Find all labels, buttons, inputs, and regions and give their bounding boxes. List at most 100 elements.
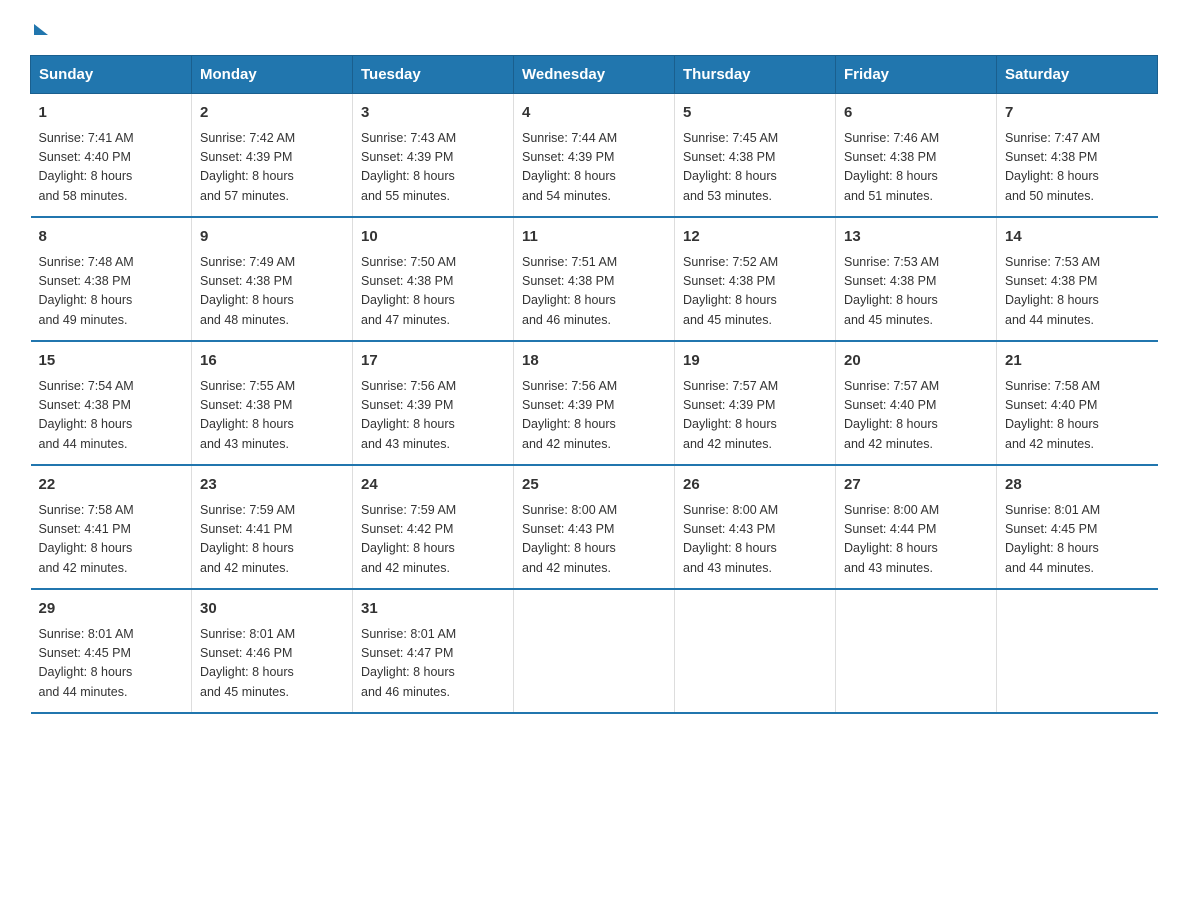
day-number: 29 bbox=[39, 598, 184, 621]
day-info: Sunrise: 7:56 AMSunset: 4:39 PMDaylight:… bbox=[522, 377, 666, 455]
calendar-header-row: SundayMondayTuesdayWednesdayThursdayFrid… bbox=[31, 56, 1158, 94]
calendar-cell: 10 Sunrise: 7:50 AMSunset: 4:38 PMDayligh… bbox=[353, 217, 514, 341]
logo bbox=[30, 20, 48, 35]
calendar-cell bbox=[997, 589, 1158, 713]
day-info: Sunrise: 8:00 AMSunset: 4:43 PMDaylight:… bbox=[683, 501, 827, 579]
day-info: Sunrise: 7:52 AMSunset: 4:38 PMDaylight:… bbox=[683, 253, 827, 331]
day-number: 4 bbox=[522, 102, 666, 125]
day-info: Sunrise: 7:49 AMSunset: 4:38 PMDaylight:… bbox=[200, 253, 344, 331]
day-info: Sunrise: 8:00 AMSunset: 4:44 PMDaylight:… bbox=[844, 501, 988, 579]
calendar-cell: 3 Sunrise: 7:43 AMSunset: 4:39 PMDaylight… bbox=[353, 94, 514, 218]
day-number: 18 bbox=[522, 350, 666, 373]
calendar-cell: 13Sunrise: 7:53 AMSunset: 4:38 PMDayligh… bbox=[836, 217, 997, 341]
day-number: 21 bbox=[1005, 350, 1150, 373]
calendar-week-row: 29 Sunrise: 8:01 AMSunset: 4:45 PMDayligh… bbox=[31, 589, 1158, 713]
day-number: 1 bbox=[39, 102, 184, 125]
day-info: Sunrise: 7:44 AMSunset: 4:39 PMDaylight:… bbox=[522, 129, 666, 207]
day-info: Sunrise: 8:01 AMSunset: 4:47 PMDaylight:… bbox=[361, 625, 505, 703]
col-header-saturday: Saturday bbox=[997, 56, 1158, 94]
calendar-cell: 9 Sunrise: 7:49 AMSunset: 4:38 PMDaylight… bbox=[192, 217, 353, 341]
day-number: 30 bbox=[200, 598, 344, 621]
day-number: 25 bbox=[522, 474, 666, 497]
calendar-week-row: 22 Sunrise: 7:58 AMSunset: 4:41 PMDayligh… bbox=[31, 465, 1158, 589]
col-header-monday: Monday bbox=[192, 56, 353, 94]
day-info: Sunrise: 7:46 AMSunset: 4:38 PMDaylight:… bbox=[844, 129, 988, 207]
day-number: 20 bbox=[844, 350, 988, 373]
col-header-tuesday: Tuesday bbox=[353, 56, 514, 94]
calendar-cell: 5 Sunrise: 7:45 AMSunset: 4:38 PMDaylight… bbox=[675, 94, 836, 218]
calendar-cell: 1 Sunrise: 7:41 AMSunset: 4:40 PMDaylight… bbox=[31, 94, 192, 218]
day-number: 14 bbox=[1005, 226, 1150, 249]
page-header bbox=[30, 20, 1158, 35]
calendar-cell: 4 Sunrise: 7:44 AMSunset: 4:39 PMDaylight… bbox=[514, 94, 675, 218]
day-number: 6 bbox=[844, 102, 988, 125]
day-number: 28 bbox=[1005, 474, 1150, 497]
day-info: Sunrise: 8:01 AMSunset: 4:46 PMDaylight:… bbox=[200, 625, 344, 703]
calendar-cell: 31 Sunrise: 8:01 AMSunset: 4:47 PMDayligh… bbox=[353, 589, 514, 713]
day-number: 7 bbox=[1005, 102, 1150, 125]
calendar-cell: 21 Sunrise: 7:58 AMSunset: 4:40 PMDayligh… bbox=[997, 341, 1158, 465]
col-header-friday: Friday bbox=[836, 56, 997, 94]
day-info: Sunrise: 7:53 AMSunset: 4:38 PMDaylight:… bbox=[844, 253, 988, 331]
day-info: Sunrise: 7:55 AMSunset: 4:38 PMDaylight:… bbox=[200, 377, 344, 455]
day-number: 5 bbox=[683, 102, 827, 125]
calendar-cell bbox=[514, 589, 675, 713]
calendar-cell: 7 Sunrise: 7:47 AMSunset: 4:38 PMDaylight… bbox=[997, 94, 1158, 218]
day-info: Sunrise: 7:58 AMSunset: 4:40 PMDaylight:… bbox=[1005, 377, 1150, 455]
day-info: Sunrise: 7:41 AMSunset: 4:40 PMDaylight:… bbox=[39, 129, 184, 207]
day-number: 15 bbox=[39, 350, 184, 373]
day-info: Sunrise: 7:48 AMSunset: 4:38 PMDaylight:… bbox=[39, 253, 184, 331]
day-number: 27 bbox=[844, 474, 988, 497]
calendar-cell: 24Sunrise: 7:59 AMSunset: 4:42 PMDayligh… bbox=[353, 465, 514, 589]
calendar-cell: 8Sunrise: 7:48 AMSunset: 4:38 PMDaylight… bbox=[31, 217, 192, 341]
calendar-cell: 26Sunrise: 8:00 AMSunset: 4:43 PMDayligh… bbox=[675, 465, 836, 589]
calendar-week-row: 15 Sunrise: 7:54 AMSunset: 4:38 PMDayligh… bbox=[31, 341, 1158, 465]
calendar-cell: 27 Sunrise: 8:00 AMSunset: 4:44 PMDayligh… bbox=[836, 465, 997, 589]
day-number: 31 bbox=[361, 598, 505, 621]
calendar-cell: 22 Sunrise: 7:58 AMSunset: 4:41 PMDayligh… bbox=[31, 465, 192, 589]
calendar-cell: 19Sunrise: 7:57 AMSunset: 4:39 PMDayligh… bbox=[675, 341, 836, 465]
calendar-cell: 2 Sunrise: 7:42 AMSunset: 4:39 PMDaylight… bbox=[192, 94, 353, 218]
day-info: Sunrise: 7:42 AMSunset: 4:39 PMDaylight:… bbox=[200, 129, 344, 207]
calendar-cell: 6 Sunrise: 7:46 AMSunset: 4:38 PMDaylight… bbox=[836, 94, 997, 218]
calendar-table: SundayMondayTuesdayWednesdayThursdayFrid… bbox=[30, 55, 1158, 714]
day-number: 17 bbox=[361, 350, 505, 373]
calendar-cell: 30 Sunrise: 8:01 AMSunset: 4:46 PMDayligh… bbox=[192, 589, 353, 713]
day-number: 3 bbox=[361, 102, 505, 125]
day-info: Sunrise: 7:57 AMSunset: 4:39 PMDaylight:… bbox=[683, 377, 827, 455]
day-info: Sunrise: 7:59 AMSunset: 4:42 PMDaylight:… bbox=[361, 501, 505, 579]
day-info: Sunrise: 7:59 AMSunset: 4:41 PMDaylight:… bbox=[200, 501, 344, 579]
calendar-cell: 20 Sunrise: 7:57 AMSunset: 4:40 PMDayligh… bbox=[836, 341, 997, 465]
day-number: 22 bbox=[39, 474, 184, 497]
day-info: Sunrise: 7:50 AMSunset: 4:38 PMDaylight:… bbox=[361, 253, 505, 331]
calendar-cell: 15 Sunrise: 7:54 AMSunset: 4:38 PMDayligh… bbox=[31, 341, 192, 465]
calendar-cell: 23 Sunrise: 7:59 AMSunset: 4:41 PMDayligh… bbox=[192, 465, 353, 589]
calendar-cell: 12 Sunrise: 7:52 AMSunset: 4:38 PMDayligh… bbox=[675, 217, 836, 341]
day-info: Sunrise: 7:57 AMSunset: 4:40 PMDaylight:… bbox=[844, 377, 988, 455]
calendar-cell: 18 Sunrise: 7:56 AMSunset: 4:39 PMDayligh… bbox=[514, 341, 675, 465]
day-number: 23 bbox=[200, 474, 344, 497]
logo-arrow-icon bbox=[34, 24, 48, 35]
day-number: 2 bbox=[200, 102, 344, 125]
col-header-sunday: Sunday bbox=[31, 56, 192, 94]
calendar-week-row: 8Sunrise: 7:48 AMSunset: 4:38 PMDaylight… bbox=[31, 217, 1158, 341]
day-info: Sunrise: 7:58 AMSunset: 4:41 PMDaylight:… bbox=[39, 501, 184, 579]
calendar-week-row: 1 Sunrise: 7:41 AMSunset: 4:40 PMDaylight… bbox=[31, 94, 1158, 218]
day-number: 12 bbox=[683, 226, 827, 249]
day-info: Sunrise: 8:01 AMSunset: 4:45 PMDaylight:… bbox=[39, 625, 184, 703]
day-number: 10 bbox=[361, 226, 505, 249]
day-number: 11 bbox=[522, 226, 666, 249]
calendar-cell: 25Sunrise: 8:00 AMSunset: 4:43 PMDayligh… bbox=[514, 465, 675, 589]
calendar-cell bbox=[836, 589, 997, 713]
day-info: Sunrise: 7:47 AMSunset: 4:38 PMDaylight:… bbox=[1005, 129, 1150, 207]
calendar-cell: 29 Sunrise: 8:01 AMSunset: 4:45 PMDayligh… bbox=[31, 589, 192, 713]
day-info: Sunrise: 7:45 AMSunset: 4:38 PMDaylight:… bbox=[683, 129, 827, 207]
col-header-wednesday: Wednesday bbox=[514, 56, 675, 94]
col-header-thursday: Thursday bbox=[675, 56, 836, 94]
calendar-cell: 17Sunrise: 7:56 AMSunset: 4:39 PMDayligh… bbox=[353, 341, 514, 465]
day-info: Sunrise: 7:54 AMSunset: 4:38 PMDaylight:… bbox=[39, 377, 184, 455]
day-number: 9 bbox=[200, 226, 344, 249]
calendar-cell: 11Sunrise: 7:51 AMSunset: 4:38 PMDayligh… bbox=[514, 217, 675, 341]
day-info: Sunrise: 7:43 AMSunset: 4:39 PMDaylight:… bbox=[361, 129, 505, 207]
calendar-cell: 16Sunrise: 7:55 AMSunset: 4:38 PMDayligh… bbox=[192, 341, 353, 465]
